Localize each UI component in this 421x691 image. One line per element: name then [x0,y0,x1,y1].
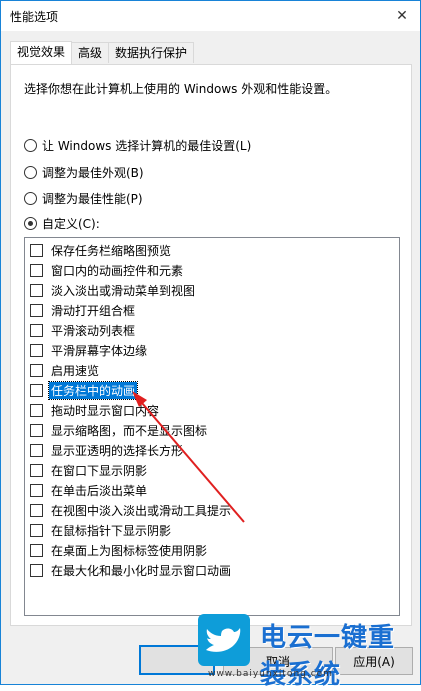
tab-data-execution-prevention[interactable]: 数据执行保护 [108,42,195,63]
checkbox-icon [30,524,43,537]
radio-label: 让 Windows 选择计算机的最佳设置(L) [42,139,252,153]
list-item-animate-controls[interactable]: 窗口内的动画控件和元素 [30,262,185,279]
checkbox-icon [30,424,43,437]
watermark-text: 电云一键重装系统 [260,623,396,690]
checkbox-icon [30,264,43,277]
checkbox-icon [30,464,43,477]
list-item-shadows-under-windows[interactable]: 在窗口下显示阴影 [30,462,149,479]
radio-let-windows-choose[interactable]: 让 Windows 选择计算机的最佳设置(L) [24,137,251,154]
list-item-fade-slide-menus[interactable]: 淡入淡出或滑动菜单到视图 [30,282,197,299]
close-icon[interactable]: ✕ [390,4,414,28]
tab-advanced[interactable]: 高级 [71,42,110,63]
radio-selected-icon [24,217,37,230]
list-item-enable-peek[interactable]: 启用速览 [30,362,101,379]
visual-effects-list[interactable]: 保存任务栏缩略图预览 窗口内的动画控件和元素 淡入淡出或滑动菜单到视图 滑动打开… [24,237,400,616]
list-item-slide-combo-boxes[interactable]: 滑动打开组合框 [30,302,137,319]
list-item-smooth-font-edges[interactable]: 平滑屏幕字体边缘 [30,342,149,359]
visual-effects-panel: 选择你想在此计算机上使用的 Windows 外观和性能设置。 让 Windows… [10,64,412,626]
bird-logo-icon [198,614,250,666]
list-item-shadow-under-pointer[interactable]: 在鼠标指针下显示阴影 [30,522,173,539]
checkbox-icon [30,404,43,417]
site-watermark: 电云一键重装系统 www.baiyunxitong.com [198,612,421,690]
checkbox-icon [30,504,43,517]
list-item-smooth-scroll-list-boxes[interactable]: 平滑滚动列表框 [30,322,137,339]
checkbox-icon [30,344,43,357]
radio-label: 调整为最佳外观(B) [42,166,144,180]
checkbox-icon [30,384,43,397]
window-title: 性能选项 [10,10,59,24]
dialog-client-area: 视觉效果 高级 数据执行保护 选择你想在此计算机上使用的 Windows 外观和… [1,31,420,684]
checkbox-icon [30,444,43,457]
radio-custom[interactable]: 自定义(C): [24,215,100,232]
checkbox-icon [30,324,43,337]
list-item-translucent-selection[interactable]: 显示亚透明的选择长方形 [30,442,185,459]
list-item-fade-menu-after-click[interactable]: 在单击后淡出菜单 [30,482,149,499]
checkbox-icon [30,484,43,497]
tab-strip: 视觉效果 高级 数据执行保护 [10,41,195,64]
panel-description: 选择你想在此计算机上使用的 Windows 外观和性能设置。 [24,82,338,96]
checkbox-icon [30,564,43,577]
radio-label: 调整为最佳性能(P) [42,192,143,206]
list-item-fade-slide-tooltips[interactable]: 在视图中淡入淡出或滑动工具提示 [30,502,233,519]
list-item-icon-label-shadows[interactable]: 在桌面上为图标标签使用阴影 [30,542,209,559]
checkbox-icon [30,364,43,377]
checkbox-icon [30,244,43,257]
checkbox-icon [30,304,43,317]
title-bar: 性能选项 ✕ [1,1,420,31]
list-item-show-thumbnails[interactable]: 显示缩略图，而不是显示图标 [30,422,209,439]
checkbox-icon [30,544,43,557]
list-item-taskbar-animations[interactable]: 任务栏中的动画 [30,381,139,400]
radio-circle-icon [24,139,37,152]
list-item-taskbar-thumbnail-preview[interactable]: 保存任务栏缩略图预览 [30,242,173,259]
radio-circle-icon [24,166,37,179]
list-item-animate-min-max[interactable]: 在最大化和最小化时显示窗口动画 [30,562,233,579]
radio-best-performance[interactable]: 调整为最佳性能(P) [24,190,143,207]
watermark-url: www.baiyunxitong.com [208,669,333,679]
radio-circle-icon [24,192,37,205]
list-item-show-window-contents-dragging[interactable]: 拖动时显示窗口内容 [30,402,161,419]
radio-best-appearance[interactable]: 调整为最佳外观(B) [24,164,144,181]
performance-options-window: 性能选项 ✕ 视觉效果 高级 数据执行保护 选择你想在此计算机上使用的 Wind… [0,0,421,685]
radio-label: 自定义(C): [42,217,100,231]
checkbox-icon [30,284,43,297]
tab-visual-effects[interactable]: 视觉效果 [10,41,73,64]
